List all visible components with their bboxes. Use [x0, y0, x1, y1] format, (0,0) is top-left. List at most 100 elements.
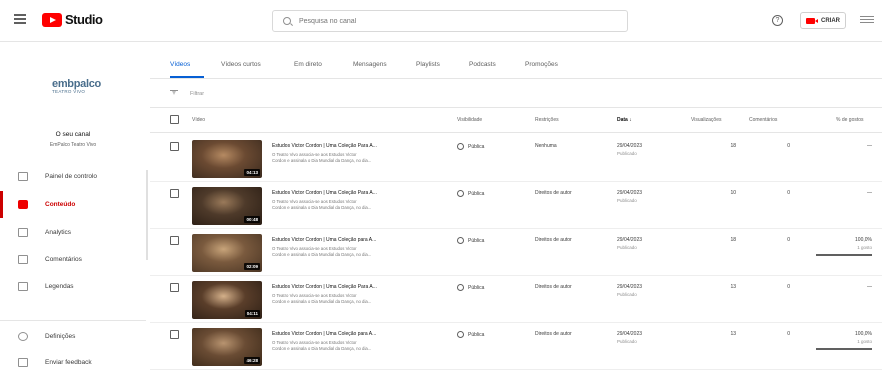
column-likes[interactable]: % de gostos: [836, 117, 864, 123]
video-title[interactable]: Estudos Victor Cordon | Uma Coleção Para…: [272, 284, 377, 290]
filter-input[interactable]: Filtrar: [190, 91, 204, 97]
sidebar-item-dashboard[interactable]: Painel de controlo: [0, 163, 146, 190]
comments-value: 0: [787, 237, 790, 243]
restrictions-value: Direitos de autor: [535, 284, 572, 290]
row-checkbox[interactable]: [170, 283, 179, 292]
restrictions-value: Direitos de autor: [535, 190, 572, 196]
menu-icon[interactable]: [14, 14, 26, 24]
visibility-cell[interactable]: Pública: [457, 331, 484, 338]
comments-value: 0: [787, 284, 790, 290]
date-value: 29/04/2023: [617, 284, 643, 290]
filter-icon: [170, 90, 178, 97]
table-row[interactable]: 46:28 Estudos Victor Cordon | Uma Coleção…: [150, 322, 882, 370]
visibility-value: Pública: [468, 237, 485, 244]
sidebar-scrollbar[interactable]: [146, 170, 148, 260]
help-icon[interactable]: ?: [772, 15, 783, 26]
settings-icon: [18, 332, 28, 341]
table-row[interactable]: 00:48 Estudos Victor Cordon | Uma Coleção…: [150, 181, 882, 229]
visibility-cell[interactable]: Pública: [457, 143, 484, 150]
comments-value: 0: [787, 143, 790, 149]
video-description: O Teatro Vivo associa-se aos Estudos Vic…: [272, 340, 432, 352]
video-description-line: Cordon e assinala o Dia Mundial da Dança…: [272, 158, 372, 163]
tab-live[interactable]: Em direto: [294, 61, 322, 68]
globe-icon: [457, 331, 464, 338]
likes-value: —: [867, 284, 872, 290]
tab-videos[interactable]: Vídeos: [170, 61, 190, 68]
video-duration: 04:13: [244, 169, 260, 176]
sidebar-item-content[interactable]: Conteúdo: [0, 191, 146, 218]
search-bar[interactable]: [272, 10, 628, 32]
video-thumbnail[interactable]: 00:48: [192, 187, 262, 225]
sidebar-item-comments[interactable]: Comentários: [0, 246, 146, 273]
video-title[interactable]: Estudos Victor Cordon | Uma Coleção para…: [272, 237, 376, 243]
column-date[interactable]: Data ↓: [617, 117, 632, 123]
table-row[interactable]: 04:13 Estudos Victor Cordon | Uma Coleção…: [150, 134, 882, 182]
video-duration: 00:48: [244, 216, 260, 223]
tab-podcasts[interactable]: Podcasts: [469, 61, 496, 68]
visibility-cell[interactable]: Pública: [457, 190, 484, 197]
search-icon: [283, 17, 291, 25]
account-menu-icon[interactable]: [860, 16, 874, 25]
channel-avatar[interactable]: embpalco TEATRO VIVO: [52, 78, 106, 106]
video-title[interactable]: Estudos Victor Cordon | Uma Coleção Para…: [272, 190, 377, 196]
create-label: CRIAR: [821, 17, 840, 24]
sidebar-item-subtitles[interactable]: Legendas: [0, 273, 146, 300]
sidebar-item-analytics[interactable]: Analytics: [0, 219, 146, 246]
video-thumbnail[interactable]: 04:11: [192, 281, 262, 319]
youtube-play-icon: [42, 12, 62, 27]
visibility-cell[interactable]: Pública: [457, 284, 484, 291]
row-checkbox[interactable]: [170, 236, 179, 245]
filter-bar[interactable]: Filtrar: [170, 90, 204, 97]
globe-icon: [457, 143, 464, 150]
video-description: O Teatro Vivo associa-se aos Estudos Vic…: [272, 199, 432, 211]
row-checkbox[interactable]: [170, 142, 179, 151]
sidebar-item-label: Enviar feedback: [45, 359, 92, 366]
video-camera-icon: [806, 17, 818, 24]
likes-value: 100,0%: [855, 237, 872, 243]
likes-count: 1 gosto: [857, 339, 872, 344]
column-restrictions[interactable]: Restrições: [535, 117, 559, 123]
analytics-icon: [18, 228, 28, 237]
search-input[interactable]: [299, 17, 599, 25]
tab-shorts[interactable]: Vídeos curtos: [221, 61, 261, 68]
sidebar-item-settings[interactable]: Definições: [0, 323, 146, 350]
views-value: 13: [730, 284, 736, 290]
views-value: 10: [730, 190, 736, 196]
subtitles-icon: [18, 282, 28, 291]
column-visibility[interactable]: Visibilidade: [457, 117, 482, 123]
visibility-cell[interactable]: Pública: [457, 237, 484, 244]
sidebar-item-label: Comentários: [45, 256, 82, 263]
comments-value: 0: [787, 331, 790, 337]
sidebar-item-feedback[interactable]: Enviar feedback: [0, 349, 146, 372]
studio-logo[interactable]: Studio: [42, 12, 103, 27]
select-all-checkbox[interactable]: [170, 115, 179, 124]
channel-name: EmPalco Teatro Vivo: [49, 142, 97, 148]
create-button[interactable]: CRIAR: [800, 12, 846, 29]
row-checkbox[interactable]: [170, 330, 179, 339]
tab-posts[interactable]: Mensagens: [353, 61, 387, 68]
video-thumbnail[interactable]: 04:13: [192, 140, 262, 178]
tabs-divider: [150, 78, 882, 79]
video-title[interactable]: Estudos Victor Cordon | Uma Coleção Para…: [272, 143, 377, 149]
row-checkbox[interactable]: [170, 189, 179, 198]
video-duration: 46:28: [244, 357, 260, 364]
video-description-line: Cordon e assinala o Dia Mundial da Dança…: [272, 205, 372, 210]
publish-status: Publicado: [617, 198, 637, 203]
publish-status: Publicado: [617, 292, 637, 297]
tab-playlists[interactable]: Playlists: [416, 61, 440, 68]
content-area: Vídeos Vídeos curtos Em direto Mensagens…: [150, 43, 882, 372]
table-row[interactable]: 02:09 Estudos Victor Cordon | Uma Coleção…: [150, 228, 882, 276]
views-value: 18: [730, 143, 736, 149]
video-thumbnail[interactable]: 02:09: [192, 234, 262, 272]
video-thumbnail[interactable]: 46:28: [192, 328, 262, 366]
date-value: 29/04/2023: [617, 237, 643, 243]
video-description-line: Cordon e assinala o Dia Mundial da Dança…: [272, 252, 372, 257]
tab-promotions[interactable]: Promoções: [525, 61, 558, 68]
dashboard-icon: [18, 172, 28, 181]
sidebar-item-label: Analytics: [45, 229, 72, 236]
column-comments[interactable]: Comentários: [749, 117, 777, 123]
video-title[interactable]: Estudos Victor Cordon | Uma Coleção para…: [272, 331, 376, 337]
sidebar-item-label: Definições: [45, 333, 76, 340]
column-views[interactable]: Visualizações: [691, 117, 721, 123]
table-row[interactable]: 04:11 Estudos Victor Cordon | Uma Coleção…: [150, 275, 882, 323]
